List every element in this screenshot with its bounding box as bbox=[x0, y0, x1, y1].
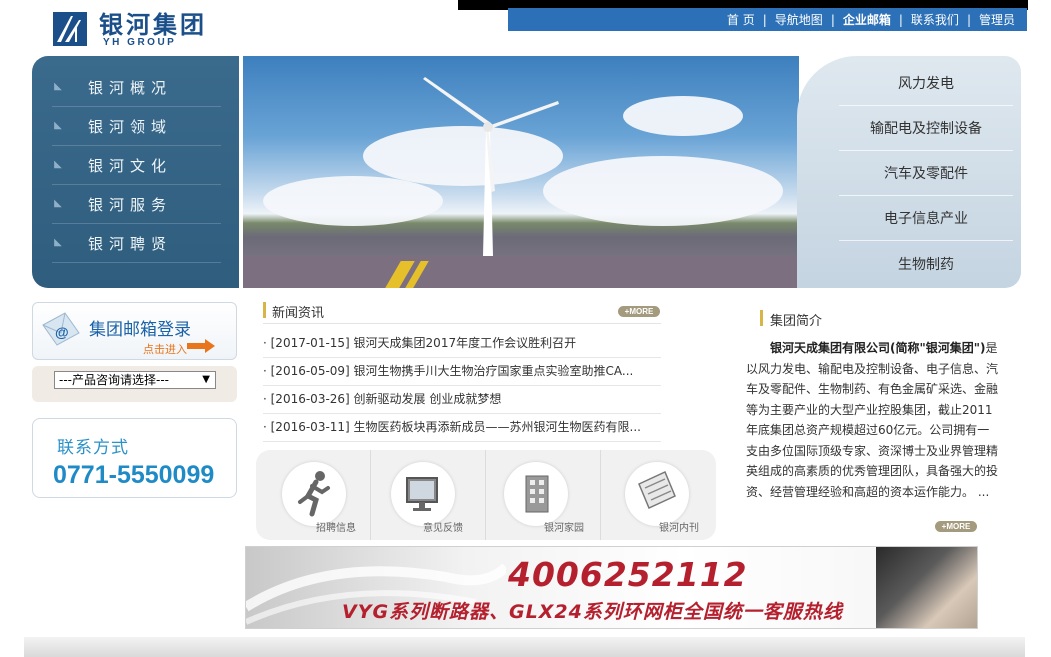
logo-text-en: YH GROUP bbox=[103, 37, 177, 48]
wind-turbine-icon bbox=[423, 77, 559, 256]
top-nav: 首 页 | 导航地图 | 企业邮箱 | 联系我们 | 管理员 bbox=[508, 8, 1027, 31]
news-list: · [2017-01-15] 银河天成集团2017年度工作会议胜利召开 · [2… bbox=[263, 330, 661, 442]
product-select-value: ---产品咨询请选择--- bbox=[59, 373, 169, 387]
quick-link-label: 银河内刊 bbox=[659, 523, 699, 534]
intro-body: 是以风力发电、输配电及控制设备、电子信息、汽车及零配件、生物制药、有色金属矿采选… bbox=[746, 341, 999, 499]
arrow-icon: ◣ bbox=[54, 120, 62, 131]
nav-separator: | bbox=[762, 12, 767, 27]
intro-more-button[interactable]: +MORE bbox=[935, 521, 977, 532]
left-menu: ◣ 银河概况 ◣ 银河领域 ◣ 银河文化 ◣ 银河服务 ◣ 银河聘贤 bbox=[32, 56, 239, 288]
quick-link-journal[interactable]: 银河内刊 bbox=[601, 450, 716, 540]
product-select-wrap: ---产品咨询请选择--- ▼ bbox=[32, 366, 237, 402]
mail-login-box[interactable]: @ 集团邮箱登录 点击进入 bbox=[32, 302, 237, 360]
menu-item-label: 银河领域 bbox=[88, 117, 173, 136]
menu-item-fields[interactable]: ◣ 银河领域 bbox=[52, 107, 221, 146]
news-item[interactable]: · [2017-01-15] 银河天成集团2017年度工作会议胜利召开 bbox=[263, 330, 661, 358]
logo-mark-icon bbox=[53, 12, 87, 46]
news-more-button[interactable]: +MORE bbox=[618, 306, 660, 317]
news-title: 新闻资讯 bbox=[272, 306, 325, 321]
customer-service-photo bbox=[876, 547, 977, 628]
arrow-right-icon bbox=[187, 339, 215, 353]
contact-title: 联系方式 bbox=[57, 438, 129, 458]
quick-link-home[interactable]: 银河家园 bbox=[486, 450, 601, 540]
category-electronics[interactable]: 电子信息产业 bbox=[839, 196, 1013, 241]
hotline-banner[interactable]: 4006252112 VYG系列断路器、GLX24系列环网柜全国统一客服热线 bbox=[245, 546, 978, 629]
document-icon bbox=[638, 470, 676, 510]
envelope-icon: @ bbox=[42, 312, 80, 346]
category-auto-parts[interactable]: 汽车及零配件 bbox=[839, 151, 1013, 196]
nav-separator: | bbox=[966, 12, 971, 27]
logo-text-cn: 银河集团 bbox=[99, 10, 207, 39]
mail-login-title: 集团邮箱登录 bbox=[89, 320, 191, 340]
quick-link-label: 招聘信息 bbox=[316, 523, 356, 534]
quick-link-feedback[interactable]: 意见反馈 bbox=[371, 450, 486, 540]
svg-text:@: @ bbox=[55, 324, 69, 340]
menu-item-label: 银河服务 bbox=[88, 195, 173, 214]
quick-link-label: 意见反馈 bbox=[423, 523, 463, 534]
mail-login-enter[interactable]: 点击进入 bbox=[143, 341, 187, 357]
footer-bar bbox=[24, 637, 1025, 657]
contact-box: 联系方式 0771-5550099 bbox=[32, 418, 237, 498]
news-item[interactable]: · [2016-05-09] 银河生物携手川大生物治疗国家重点实验室助推CA..… bbox=[263, 358, 661, 386]
contact-phone: 0771-5550099 bbox=[53, 461, 215, 489]
nav-enterprise-mail[interactable]: 企业邮箱 bbox=[843, 11, 891, 28]
news-item[interactable]: · [2016-03-26] 创新驱动发展 创业成就梦想 bbox=[263, 386, 661, 414]
hotline-number: 4006252112 bbox=[508, 555, 748, 594]
monitor-icon bbox=[406, 477, 438, 511]
news-item[interactable]: · [2016-03-11] 生物医药板块再添新成员——苏州银河生物医药有限..… bbox=[263, 414, 661, 442]
nav-contact[interactable]: 联系我们 bbox=[911, 11, 959, 28]
quick-link-label: 银河家园 bbox=[544, 523, 584, 534]
category-panel: 风力发电 输配电及控制设备 汽车及零配件 电子信息产业 生物制药 bbox=[797, 56, 1021, 288]
nav-home[interactable]: 首 页 bbox=[727, 11, 755, 28]
arrow-icon: ◣ bbox=[54, 159, 62, 170]
category-wind-power[interactable]: 风力发电 bbox=[839, 61, 1013, 106]
runner-icon bbox=[298, 471, 330, 517]
category-power-distribution[interactable]: 输配电及控制设备 bbox=[839, 106, 1013, 151]
news-header: 新闻资讯 +MORE bbox=[263, 300, 661, 324]
nav-separator: | bbox=[898, 12, 903, 27]
category-biopharma[interactable]: 生物制药 bbox=[839, 241, 1013, 286]
quick-link-jobs[interactable]: 招聘信息 bbox=[256, 450, 371, 540]
caret-down-icon: ▼ bbox=[202, 374, 210, 385]
menu-item-label: 银河概况 bbox=[88, 78, 173, 97]
menu-item-recruit[interactable]: ◣ 银河聘贤 bbox=[52, 224, 221, 263]
menu-item-label: 银河聘贤 bbox=[88, 234, 173, 253]
menu-item-label: 银河文化 bbox=[88, 156, 173, 175]
quick-links: 招聘信息 意见反馈 银河家园 银河内刊 bbox=[256, 450, 716, 540]
arrow-icon: ◣ bbox=[54, 237, 62, 248]
building-icon bbox=[525, 475, 549, 513]
menu-item-culture[interactable]: ◣ 银河文化 bbox=[52, 146, 221, 185]
nav-admin[interactable]: 管理员 bbox=[979, 11, 1015, 28]
hero-banner bbox=[243, 56, 799, 288]
intro-header: 集团简介 bbox=[760, 308, 1000, 330]
hotline-text: VYG系列断路器、GLX24系列环网柜全国统一客服热线 bbox=[342, 601, 843, 623]
product-select[interactable]: ---产品咨询请选择--- ▼ bbox=[54, 371, 216, 389]
arrow-icon: ◣ bbox=[54, 198, 62, 209]
intro-title: 集团简介 bbox=[770, 314, 823, 329]
menu-item-service[interactable]: ◣ 银河服务 bbox=[52, 185, 221, 224]
nav-separator: | bbox=[830, 12, 835, 27]
menu-item-overview[interactable]: ◣ 银河概况 bbox=[52, 68, 221, 107]
intro-text: 银河天成集团有限公司(简称"银河集团")是以风力发电、输配电及控制设备、电子信息… bbox=[746, 338, 998, 502]
nav-sitemap[interactable]: 导航地图 bbox=[775, 11, 823, 28]
logo[interactable]: 银河集团 YH GROUP bbox=[53, 12, 223, 48]
intro-company: 银河天成集团有限公司(简称"银河集团") bbox=[770, 341, 986, 355]
arrow-icon: ◣ bbox=[54, 81, 62, 92]
